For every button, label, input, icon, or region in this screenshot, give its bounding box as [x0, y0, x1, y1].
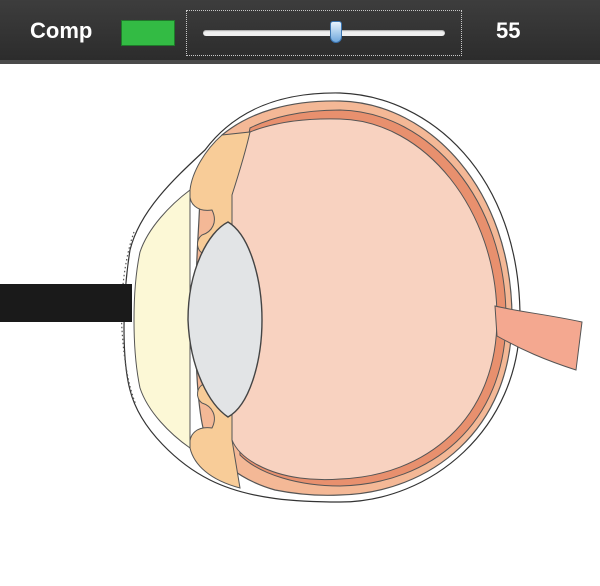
slider-value: 55	[496, 18, 521, 43]
comp-slider[interactable]	[186, 10, 462, 56]
diagram-canvas	[0, 68, 600, 586]
slider-track[interactable]	[203, 30, 445, 36]
slider-thumb[interactable]	[330, 21, 343, 43]
comp-label: Comp	[30, 18, 93, 43]
eye-diagram	[0, 92, 583, 503]
object-bar	[0, 284, 132, 322]
toolbar: Comp 55	[0, 0, 600, 64]
color-swatch[interactable]	[121, 20, 175, 46]
app-window: Comp 55	[0, 0, 600, 586]
